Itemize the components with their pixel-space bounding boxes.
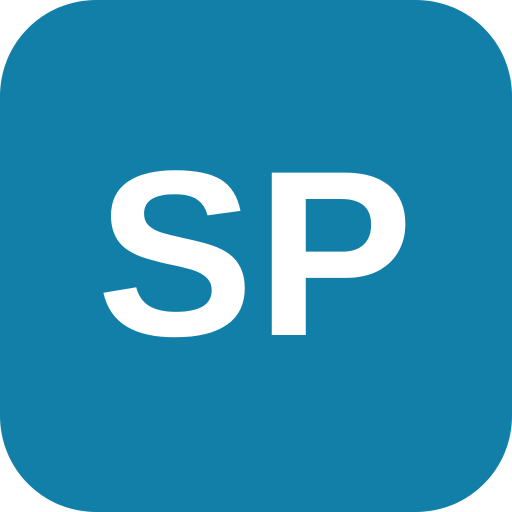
app-icon[interactable]: SP xyxy=(0,0,512,512)
app-icon-initials: SP xyxy=(96,122,416,386)
